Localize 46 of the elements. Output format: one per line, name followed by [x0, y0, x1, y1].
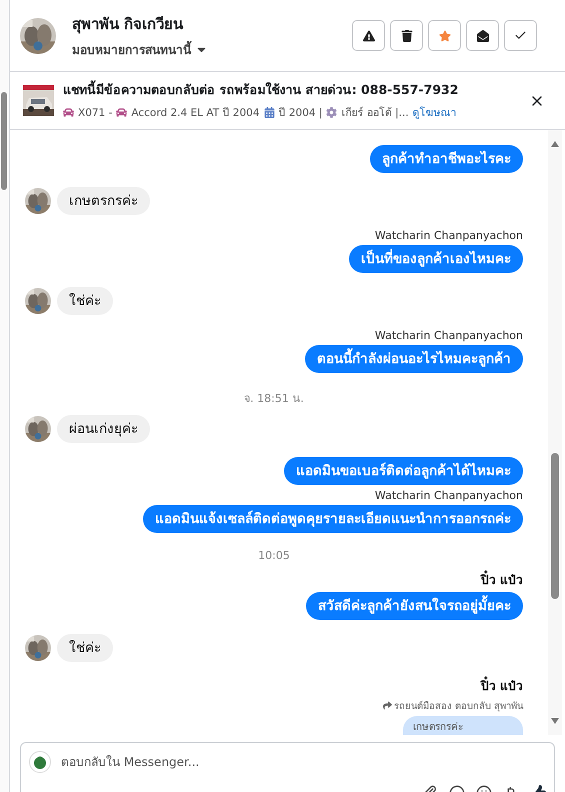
scroll-down-icon[interactable] [550, 717, 560, 725]
trash-icon [400, 30, 412, 42]
warning-icon [362, 30, 374, 42]
assign-dropdown[interactable]: มอบหมายการสนทนานี้ [72, 40, 352, 59]
timestamp: 10:05 [258, 549, 290, 562]
car-icon [63, 107, 74, 118]
view-ad-link[interactable]: ดูโฆษณา [412, 104, 457, 121]
reply-icon [382, 701, 392, 710]
ad-title: แชทนี้มีข้อความตอบกลับต่อ รถพร้อมใช้งาน สายด่วน: 088-557-7932 [63, 80, 460, 99]
scrollbar-thumb[interactable] [551, 453, 559, 599]
message-bubble: แอดมินขอเบอร์ติดต่อลูกค้าได้ไหมคะ [284, 457, 523, 485]
message-bubble: ผ่อนเก่งยุค่ะ [57, 415, 150, 443]
mark-unread-button[interactable] [466, 20, 499, 51]
calendar-icon [264, 107, 275, 118]
sender-name: ปิ๋ว แป๋ว [480, 676, 523, 695]
message-bubble: แอดมินแจ้งเซลล์ติดต่อพูดคุยรายละเอียดแนะนำการออกรถค่ะ [143, 505, 523, 533]
delete-button[interactable] [390, 20, 423, 51]
message-bubble: ตอนนี้กำลังผ่อนอะไรไหมคะลูกค้า [305, 345, 523, 373]
scrollbar-thumb[interactable] [1, 92, 7, 190]
timestamp: จ. 18:51 น. [244, 391, 304, 407]
ad-detail: X071 - [78, 106, 112, 118]
message-bubble: สวัสดีค่ะลูกค้ายังสนใจรถอยู่มั้ยคะ [306, 592, 523, 620]
star-icon [438, 30, 450, 42]
quoted-message: เกษตรกรค่ะ [403, 716, 523, 735]
star-button[interactable] [428, 20, 461, 51]
sender-name: Watcharin Chanpanyachon [374, 329, 523, 342]
message-bubble: ลูกค้าทำอาชีพอะไรคะ [370, 145, 523, 173]
ad-detail: Accord 2.4 EL AT ปี 2004 [131, 106, 260, 121]
page-logo-icon [29, 751, 51, 773]
sender-name: Watcharin Chanpanyachon [374, 489, 523, 502]
message-bubble: เกษตรกรค่ะ [57, 187, 150, 215]
car-icon [116, 107, 128, 118]
message-bubble: เป็นที่ของลูกค้าเองไหมคะ [349, 245, 523, 273]
ad-detail: ปี 2004 | [278, 106, 322, 121]
contact-name: สุพาพัน กิจเกวียน [72, 14, 184, 36]
ad-detail: เกียร์ ออโต้ |... [341, 106, 409, 121]
scrollbar[interactable] [548, 130, 562, 735]
sender-name: ปิ๋ว แป๋ว [480, 570, 523, 589]
scroll-up-icon[interactable] [550, 140, 560, 148]
sender-name: Watcharin Chanpanyachon [374, 229, 523, 242]
gear-icon [326, 107, 338, 118]
message-bubble: ใช่ค่ะ [57, 634, 113, 662]
report-button[interactable] [352, 20, 385, 51]
message-bubble: ใช่ค่ะ [57, 287, 113, 315]
reply-note: รถยนต์มือสอง ตอบกลับ สุพาพัน [394, 700, 523, 713]
envelope-icon [476, 30, 488, 42]
